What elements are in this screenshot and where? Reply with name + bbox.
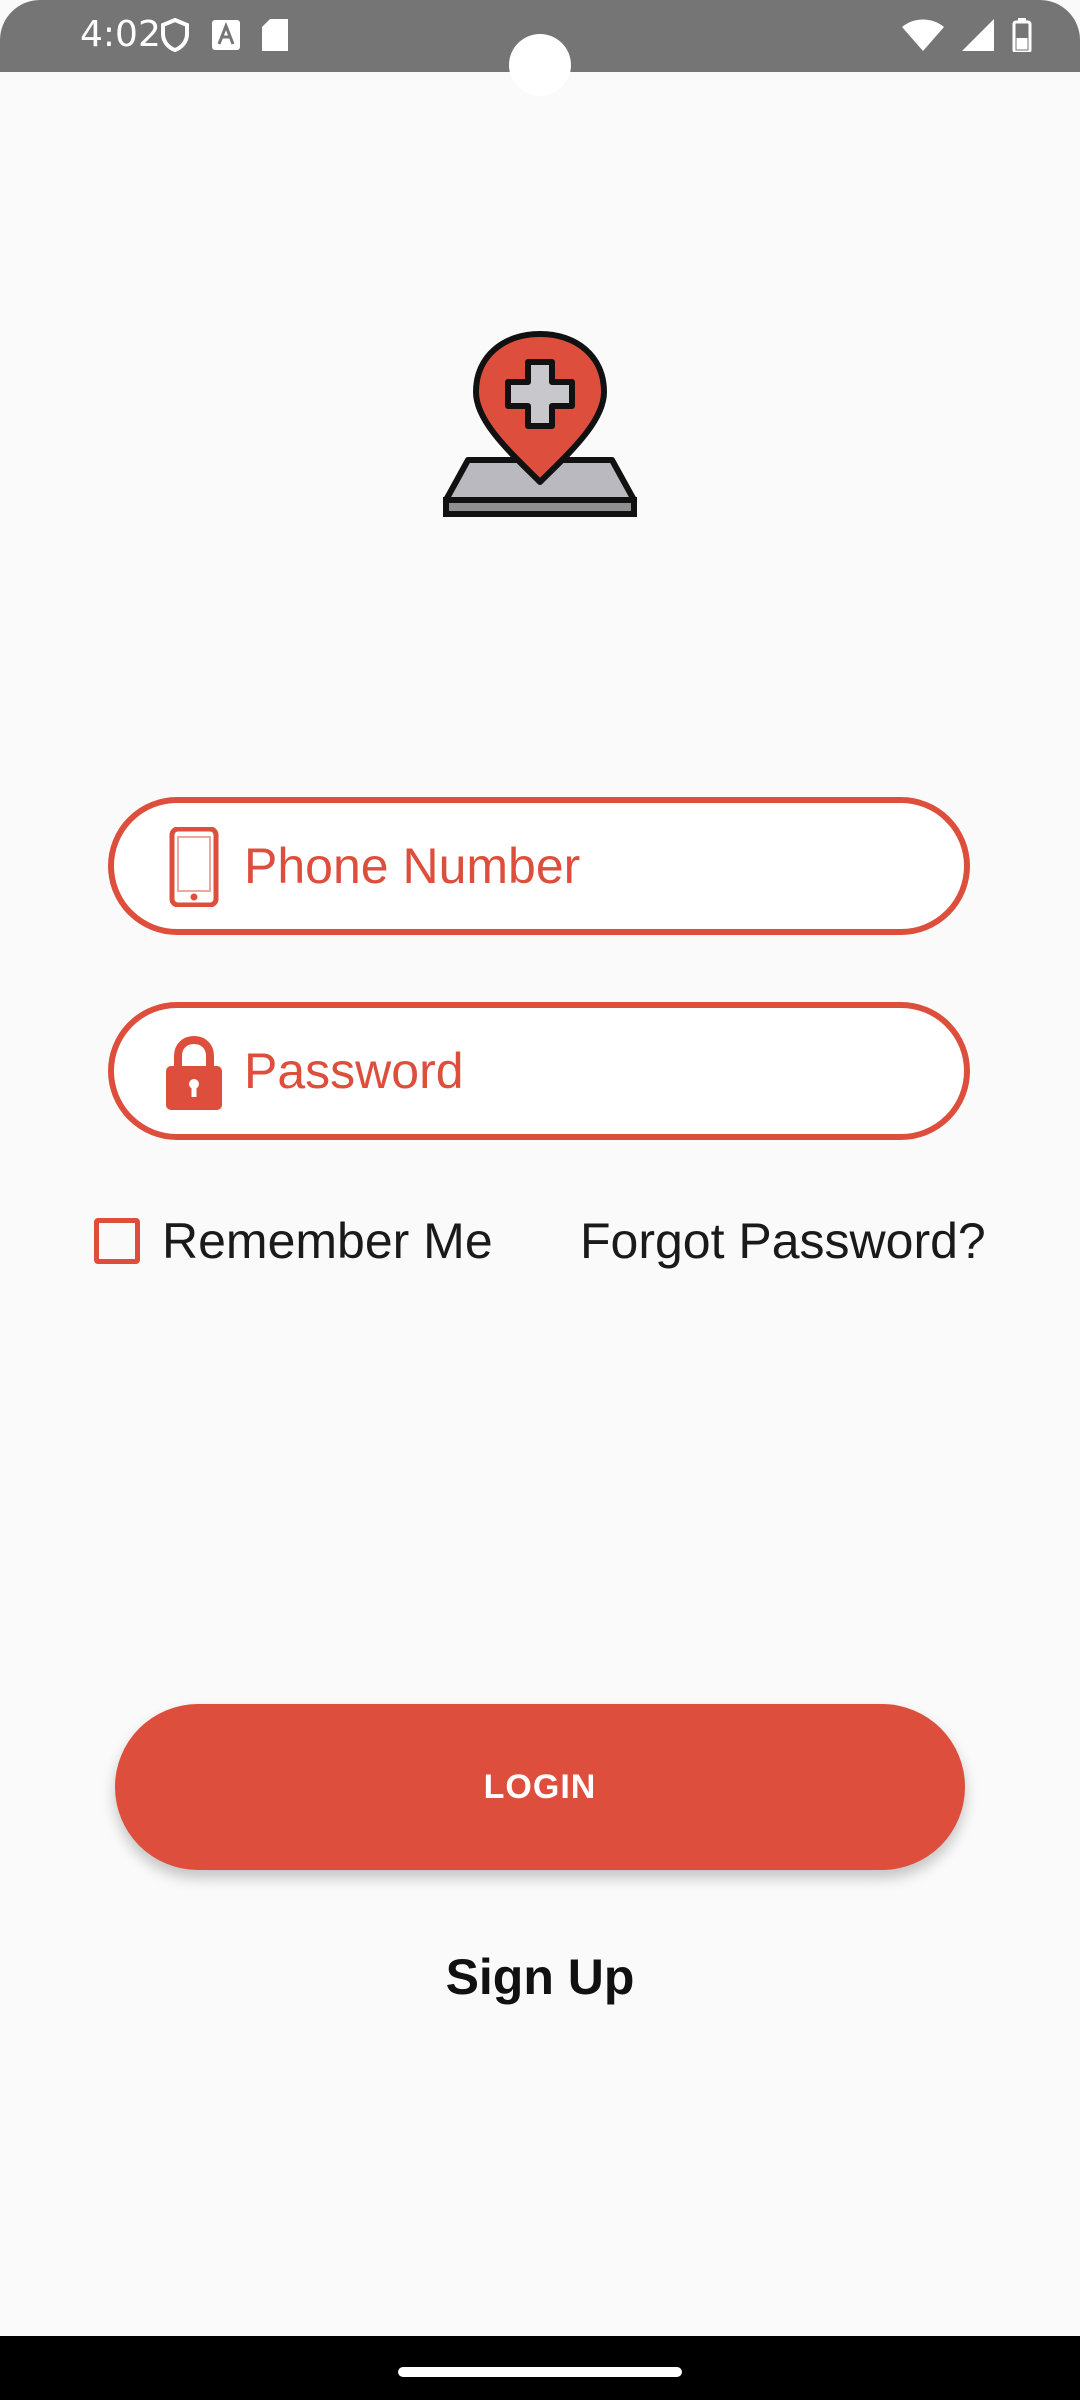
status-left-icons (160, 18, 288, 52)
medical-location-pin-icon (443, 331, 637, 517)
text-a-icon (212, 20, 240, 50)
camera-cutout (509, 34, 571, 96)
remember-me-checkbox[interactable] (94, 1218, 140, 1264)
phone-number-input[interactable] (244, 803, 944, 929)
shield-icon (161, 18, 189, 52)
password-input[interactable] (244, 1008, 944, 1134)
lock-icon (166, 1035, 222, 1110)
remember-me-row[interactable]: Remember Me (94, 1216, 493, 1266)
phone-number-field[interactable] (108, 797, 970, 935)
phone-icon (169, 827, 219, 907)
remember-me-label[interactable]: Remember Me (162, 1216, 493, 1266)
signal-icon (962, 19, 994, 51)
wifi-icon (902, 19, 944, 51)
home-indicator[interactable] (398, 2367, 682, 2377)
status-time: 4:02 (80, 14, 161, 55)
login-button[interactable]: LOGIN (115, 1704, 965, 1870)
battery-icon (1012, 18, 1032, 52)
login-button-label: LOGIN (483, 1767, 597, 1806)
sign-up-link[interactable]: Sign Up (0, 1948, 1080, 2006)
password-field[interactable] (108, 1002, 970, 1140)
status-right-icons (902, 18, 1032, 52)
forgot-password-link[interactable]: Forgot Password? (580, 1216, 986, 1266)
sd-card-icon (262, 19, 288, 51)
